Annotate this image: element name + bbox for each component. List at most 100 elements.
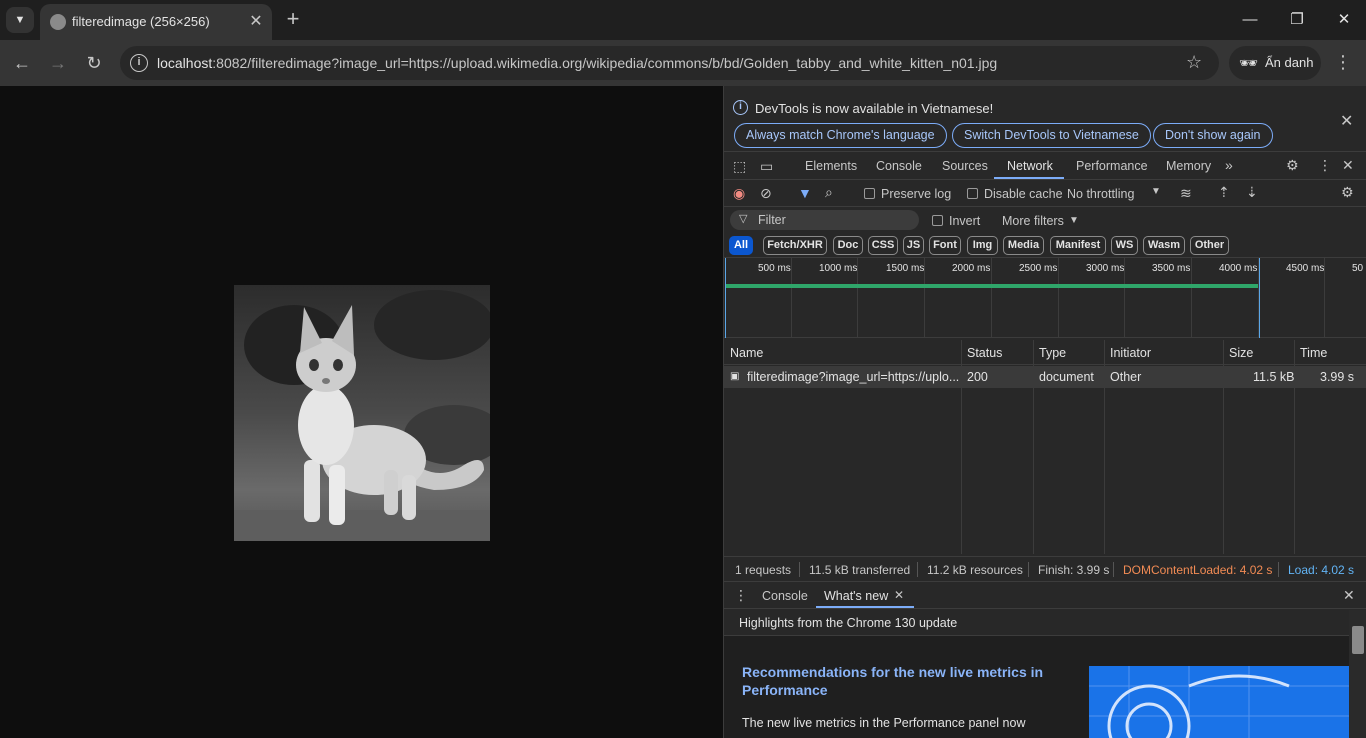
url-text[interactable]: localhost:8082/filteredimage?image_url=h… <box>157 55 997 71</box>
filter-placeholder: Filter <box>758 213 786 227</box>
record-icon[interactable]: ◉ <box>733 185 745 202</box>
tab-performance[interactable]: Performance <box>1076 159 1148 173</box>
minimize-icon[interactable]: — <box>1238 8 1262 32</box>
request-time: 3.99 s <box>1320 370 1355 384</box>
timeline-gridline <box>1191 258 1192 338</box>
tab-sources[interactable]: Sources <box>942 159 988 173</box>
address-bar[interactable]: i localhost:8082/filteredimage?image_url… <box>120 46 1219 80</box>
device-toolbar-icon[interactable]: ▭ <box>760 158 773 175</box>
export-har-icon[interactable]: ⇣ <box>1246 184 1258 201</box>
close-tab-icon[interactable]: ✕ <box>246 11 266 31</box>
col-time[interactable]: Time <box>1300 346 1327 360</box>
network-overview-timeline[interactable]: 500 ms 1000 ms 1500 ms 2000 ms 2500 ms 3… <box>724 258 1366 338</box>
chrome-menu-icon[interactable]: ⋮ <box>1334 52 1352 73</box>
invert-checkbox[interactable] <box>932 215 943 226</box>
col-type[interactable]: Type <box>1039 346 1066 360</box>
request-type: document <box>1039 370 1094 384</box>
throttling-select[interactable]: No throttling <box>1067 187 1134 201</box>
switch-to-vietnamese-button[interactable]: Switch DevTools to Vietnamese <box>952 123 1151 148</box>
filter-chip-manifest[interactable]: Manifest <box>1050 236 1106 255</box>
filter-chip-js[interactable]: JS <box>903 236 924 255</box>
separator <box>917 562 918 577</box>
timeline-gridline <box>1058 258 1059 338</box>
disable-cache-checkbox[interactable] <box>967 188 978 199</box>
col-name[interactable]: Name <box>730 346 763 360</box>
reload-icon[interactable]: ↻ <box>82 51 106 75</box>
timeline-gridline <box>791 258 792 338</box>
restore-icon[interactable]: ❐ <box>1285 8 1309 32</box>
tab-memory[interactable]: Memory <box>1166 159 1211 173</box>
filter-chip-font[interactable]: Font <box>929 236 961 255</box>
network-conditions-icon[interactable]: ≋ <box>1180 185 1192 202</box>
inspect-element-icon[interactable]: ⬚ <box>733 158 746 175</box>
site-info-icon[interactable]: i <box>130 54 148 72</box>
filter-funnel-icon[interactable]: ▼ <box>798 185 812 201</box>
close-drawer-tab-icon[interactable]: ✕ <box>894 588 904 602</box>
info-icon: i <box>733 100 748 115</box>
more-tabs-icon[interactable]: » <box>1225 157 1233 173</box>
invert-label: Invert <box>949 214 981 228</box>
drawer-tab-whats-new[interactable]: What's new <box>824 589 888 603</box>
search-icon[interactable]: ⌕ <box>825 184 833 201</box>
filter-chip-fetch-xhr[interactable]: Fetch/XHR <box>763 236 827 255</box>
scrollbar-thumb[interactable] <box>1352 626 1364 654</box>
tick-label: 2500 ms <box>1019 263 1058 274</box>
close-drawer-icon[interactable]: ✕ <box>1343 587 1355 604</box>
clear-icon[interactable]: ⊘ <box>760 185 772 202</box>
incognito-badge[interactable]: 🕶 Ẩn danh <box>1229 46 1321 80</box>
tick-label: 4000 ms <box>1219 263 1258 274</box>
filter-chip-doc[interactable]: Doc <box>833 236 863 255</box>
timeline-start-marker <box>725 258 726 338</box>
tab-console[interactable]: Console <box>876 159 922 173</box>
tab-network[interactable]: Network <box>1007 159 1053 173</box>
tab-search-button[interactable]: ▼ <box>6 7 34 33</box>
chevron-down-icon[interactable]: ▼ <box>1151 186 1161 197</box>
dont-show-again-button[interactable]: Don't show again <box>1153 123 1273 148</box>
import-har-icon[interactable]: ⇡ <box>1218 184 1230 201</box>
filter-chip-all[interactable]: All <box>729 236 753 255</box>
always-match-language-button[interactable]: Always match Chrome's language <box>734 123 947 148</box>
forward-icon[interactable]: → <box>46 51 70 75</box>
recommendation-title[interactable]: Recommendations for the new live metrics… <box>742 663 1062 699</box>
filter-chip-wasm[interactable]: Wasm <box>1143 236 1185 255</box>
page-viewport <box>0 86 723 738</box>
filter-input[interactable]: ▽ Filter <box>730 210 919 230</box>
summary-transferred: 11.5 kB transferred <box>809 563 911 577</box>
settings-gear-icon[interactable]: ⚙ <box>1286 157 1299 174</box>
tab-strip: ▼ filteredimage (256×256) ✕ + — ❐ ✕ <box>0 0 1366 40</box>
separator <box>1113 562 1114 577</box>
recommendation-body: The new live metrics in the Performance … <box>742 716 1026 730</box>
close-devtools-icon[interactable]: ✕ <box>1342 157 1354 174</box>
close-infobar-icon[interactable]: ✕ <box>1340 111 1353 131</box>
language-infobar: i DevTools is now available in Vietnames… <box>724 86 1366 152</box>
drawer-menu-icon[interactable]: ⋮ <box>734 587 748 604</box>
filter-chip-media[interactable]: Media <box>1003 236 1044 255</box>
drawer-tab-console[interactable]: Console <box>762 589 808 603</box>
request-initiator: Other <box>1110 370 1142 384</box>
tick-label: 3000 ms <box>1086 263 1125 274</box>
bookmark-star-icon[interactable]: ☆ <box>1186 52 1202 73</box>
back-icon[interactable]: ← <box>10 51 34 75</box>
timeline-gridline <box>991 258 992 338</box>
feature-illustration <box>1089 666 1349 738</box>
preserve-log-checkbox[interactable] <box>864 188 875 199</box>
request-name[interactable]: filteredimage?image_url=https://uplo... <box>747 370 959 384</box>
filter-chip-img[interactable]: Img <box>967 236 998 255</box>
close-window-icon[interactable]: ✕ <box>1332 8 1356 32</box>
table-row[interactable]: ▣ filteredimage?image_url=https://uplo..… <box>724 366 1366 388</box>
filter-chip-css[interactable]: CSS <box>868 236 898 255</box>
new-tab-button[interactable]: + <box>282 8 304 30</box>
drawer-scrollbar[interactable] <box>1349 610 1366 738</box>
filter-chip-other[interactable]: Other <box>1190 236 1229 255</box>
network-settings-icon[interactable]: ⚙ <box>1341 184 1354 201</box>
request-size: 11.5 kB <box>1253 370 1295 384</box>
col-size[interactable]: Size <box>1229 346 1253 360</box>
chevron-down-icon[interactable]: ▼ <box>1069 215 1079 226</box>
browser-tab[interactable]: filteredimage (256×256) ✕ <box>40 4 272 40</box>
devtools-menu-icon[interactable]: ⋮ <box>1318 157 1332 174</box>
tab-elements[interactable]: Elements <box>805 159 857 173</box>
col-initiator[interactable]: Initiator <box>1110 346 1151 360</box>
more-filters-dropdown[interactable]: More filters <box>1002 214 1064 228</box>
filter-chip-ws[interactable]: WS <box>1111 236 1138 255</box>
col-status[interactable]: Status <box>967 346 1002 360</box>
